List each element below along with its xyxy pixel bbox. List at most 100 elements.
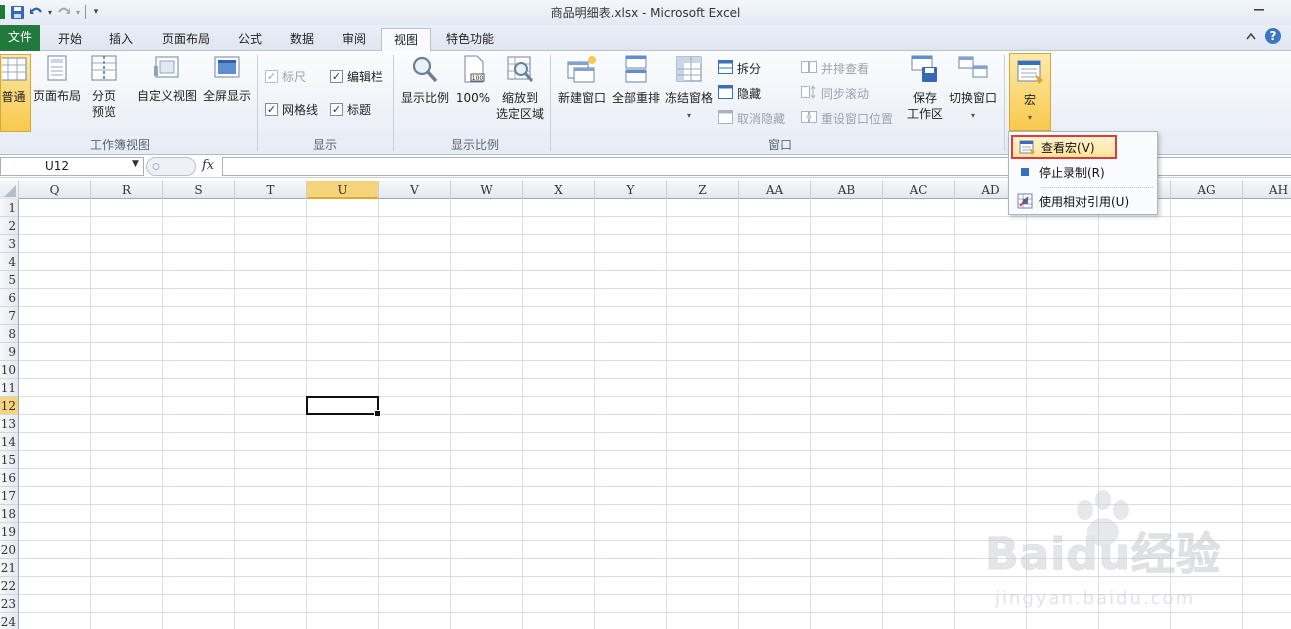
insert-function-icon[interactable]: fx	[202, 158, 214, 173]
row-header[interactable]: 21	[0, 559, 18, 577]
new-window-label: 新建窗口	[557, 91, 606, 105]
page-break-preview-icon	[86, 54, 122, 86]
headings-label: 标题	[347, 102, 372, 117]
column-header[interactable]: T	[235, 181, 307, 199]
row-header[interactable]: 15	[0, 451, 18, 469]
help-icon[interactable]: ?	[1264, 27, 1282, 48]
zoom-100-button[interactable]: 100 100%	[454, 54, 492, 106]
select-all-corner[interactable]	[0, 181, 19, 199]
row-header[interactable]: 24	[0, 613, 18, 629]
formula-bar-checkbox[interactable]: ✓ 编辑栏	[330, 67, 383, 85]
row-header[interactable]: 23	[0, 595, 18, 613]
view-macros-menu-item[interactable]: 查看宏(V)	[1011, 135, 1117, 159]
column-header[interactable]: Y	[595, 181, 667, 199]
reset-window-position-button[interactable]: 重设窗口位置	[801, 109, 893, 127]
hide-button[interactable]: 隐藏	[718, 84, 761, 102]
stop-recording-label: 停止录制(R)	[1039, 165, 1105, 180]
column-header[interactable]: AH	[1243, 181, 1291, 199]
name-box[interactable]: U12	[0, 157, 144, 176]
unhide-button[interactable]: 取消隐藏	[718, 109, 785, 127]
row-header[interactable]: 5	[0, 271, 18, 289]
row-header[interactable]: 4	[0, 253, 18, 271]
row-header[interactable]: 13	[0, 415, 18, 433]
collapse-ribbon-icon[interactable]	[1245, 31, 1257, 44]
row-header[interactable]: 19	[0, 523, 18, 541]
column-header[interactable]: S	[163, 181, 235, 199]
row-header[interactable]: 10	[0, 361, 18, 379]
view-macros-label: 查看宏(V)	[1041, 140, 1095, 155]
tab-features[interactable]: 特色功能	[437, 28, 503, 51]
stop-recording-menu-item[interactable]: 停止录制(R)	[1011, 160, 1156, 184]
relative-references-label: 使用相对引用(U)	[1039, 194, 1130, 209]
tab-insert[interactable]: 插入	[97, 28, 145, 51]
custom-views-button[interactable]: 自定义视图	[136, 54, 198, 104]
save-workspace-button[interactable]: 保存 工作区	[904, 54, 946, 122]
view-macros-icon	[1013, 139, 1041, 155]
row-header[interactable]: 18	[0, 505, 18, 523]
full-screen-button[interactable]: 全屏显示	[201, 54, 253, 104]
normal-view-button[interactable]: 普通	[0, 54, 31, 132]
tab-home[interactable]: 开始	[47, 28, 93, 51]
ruler-checkbox[interactable]: ✓ 标尺	[265, 67, 306, 85]
row-header[interactable]: 1	[0, 199, 18, 217]
row-header[interactable]: 14	[0, 433, 18, 451]
page-layout-view-button[interactable]: 页面布局	[32, 54, 82, 104]
column-header[interactable]: U	[307, 181, 379, 199]
active-cell[interactable]	[306, 396, 381, 417]
new-window-button[interactable]: 新建窗口	[556, 54, 608, 106]
tab-review[interactable]: 审阅	[331, 28, 377, 51]
formula-bar-expand-icon[interactable]	[146, 157, 196, 179]
row-header[interactable]: 16	[0, 469, 18, 487]
column-header[interactable]: X	[523, 181, 595, 199]
relative-references-menu-item[interactable]: 使用相对引用(U)	[1011, 189, 1156, 213]
synchronous-scrolling-button[interactable]: 同步滚动	[801, 84, 869, 102]
row-header[interactable]: 20	[0, 541, 18, 559]
custom-views-label: 自定义视图	[136, 89, 197, 103]
column-header[interactable]: AC	[883, 181, 955, 199]
reset-position-icon	[801, 110, 817, 127]
zoom-to-selection-button[interactable]: 缩放到 选定区域	[494, 54, 546, 122]
page-break-preview-button[interactable]: 分页 预览	[86, 54, 122, 120]
column-header[interactable]: AA	[739, 181, 811, 199]
tab-page-layout[interactable]: 页面布局	[152, 28, 220, 51]
row-header[interactable]: 11	[0, 379, 18, 397]
column-header[interactable]: AG	[1171, 181, 1243, 199]
view-side-by-side-button[interactable]: 并排查看	[801, 59, 869, 77]
name-box-dropdown-icon[interactable]: ▼	[132, 159, 139, 169]
row-header[interactable]: 6	[0, 289, 18, 307]
split-button[interactable]: 拆分	[718, 59, 761, 77]
minimize-icon[interactable]	[1253, 3, 1265, 19]
zoom-100-icon: 100	[454, 54, 492, 88]
arrange-all-button[interactable]: 全部重排	[610, 54, 662, 106]
column-header[interactable]: Q	[19, 181, 91, 199]
column-header[interactable]: W	[451, 181, 523, 199]
headings-checkbox[interactable]: ✓ 标题	[330, 100, 371, 118]
row-header[interactable]: 7	[0, 307, 18, 325]
row-header[interactable]: 8	[0, 325, 18, 343]
row-header[interactable]: 22	[0, 577, 18, 595]
row-header[interactable]: 3	[0, 235, 18, 253]
row-header[interactable]: 17	[0, 487, 18, 505]
column-header[interactable]: R	[91, 181, 163, 199]
switch-windows-button[interactable]: 切换窗口 ▾	[947, 54, 999, 124]
watermark-url: jingyan.baidu.com	[995, 588, 1196, 609]
macros-button[interactable]: 宏 ▾	[1009, 53, 1051, 131]
custom-views-icon	[136, 54, 198, 86]
column-header[interactable]: V	[379, 181, 451, 199]
column-header[interactable]: AB	[811, 181, 883, 199]
tab-formulas[interactable]: 公式	[227, 28, 273, 51]
freeze-panes-icon	[663, 54, 715, 88]
zoom-button[interactable]: 显示比例	[399, 54, 451, 106]
row-header[interactable]: 9	[0, 343, 18, 361]
group-separator	[393, 55, 394, 151]
tab-file[interactable]: 文件	[0, 25, 40, 51]
stop-recording-icon	[1011, 166, 1039, 178]
gridlines-checkbox[interactable]: ✓ 网格线	[265, 100, 318, 118]
column-header[interactable]: Z	[667, 181, 739, 199]
tab-view[interactable]: 视图	[381, 28, 431, 52]
tab-data[interactable]: 数据	[279, 28, 325, 51]
row-header[interactable]: 2	[0, 217, 18, 235]
freeze-panes-button[interactable]: 冻结窗格 ▾	[663, 54, 715, 124]
switch-windows-label: 切换窗口	[948, 91, 997, 105]
row-header[interactable]: 12	[0, 397, 18, 415]
